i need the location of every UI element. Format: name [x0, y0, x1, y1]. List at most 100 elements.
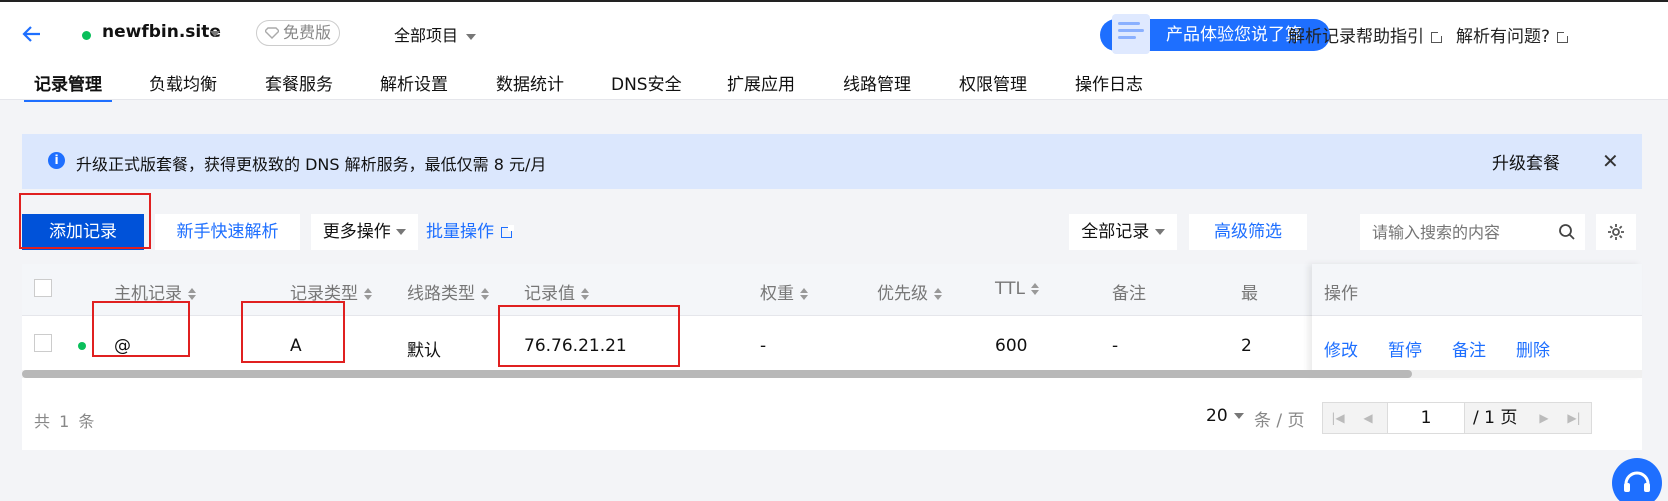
back-arrow-icon[interactable]: [22, 24, 42, 44]
column-header[interactable]: 记录值: [524, 279, 589, 304]
highlight-box: [19, 193, 151, 249]
record-filter-label: 全部记录: [1081, 222, 1150, 242]
cell-remark: -: [1112, 336, 1119, 356]
close-icon[interactable]: ✕: [1602, 149, 1619, 173]
external-link-icon: [1431, 29, 1444, 43]
per-page-label: 条 / 页: [1254, 411, 1305, 431]
tab-lines[interactable]: 线路管理: [843, 70, 911, 95]
edit-link[interactable]: 修改: [1324, 336, 1358, 361]
tab-plan[interactable]: 套餐服务: [265, 70, 333, 95]
column-header[interactable]: 线路类型: [407, 279, 489, 304]
sort-icon: [481, 288, 489, 300]
issue-link[interactable]: 解析有问题?: [1456, 22, 1571, 47]
tab-operation-log[interactable]: 操作日志: [1075, 70, 1143, 95]
sort-icon: [1030, 283, 1039, 295]
document-icon: [1112, 14, 1150, 54]
issue-link-label: 解析有问题?: [1456, 27, 1551, 47]
tab-permissions[interactable]: 权限管理: [959, 70, 1027, 95]
notice-message: 升级正式版套餐，获得更极致的 DNS 解析服务，最低仅需 8 元/月: [76, 155, 547, 174]
domain-status-dot: [82, 31, 91, 40]
top-bar: newfbin.site 免费版 全部项目 产品体验您说了算 解析记录帮助指引 …: [0, 0, 1668, 102]
highlight-box: [498, 305, 680, 367]
project-selector[interactable]: 全部项目: [394, 22, 477, 46]
tab-statistics[interactable]: 数据统计: [496, 70, 564, 95]
chevron-down-icon: [396, 229, 407, 235]
last-page-icon[interactable]: ▶|: [1559, 403, 1589, 433]
column-header[interactable]: 权重: [760, 279, 808, 304]
record-filter-dropdown[interactable]: 全部记录: [1069, 214, 1177, 250]
settings-button[interactable]: [1596, 214, 1636, 250]
external-link-icon: [1557, 29, 1571, 43]
help-guide-link[interactable]: 解析记录帮助指引: [1288, 22, 1444, 47]
upgrade-plan-link[interactable]: 升级套餐: [1492, 149, 1560, 174]
column-header-label: 记录值: [524, 284, 575, 304]
plan-badge: 免费版: [256, 20, 341, 46]
column-header: 最: [1241, 284, 1258, 304]
horizontal-scrollbar[interactable]: [22, 370, 1642, 378]
cell-line: 默认: [407, 341, 441, 361]
highlight-box: [92, 301, 190, 357]
page-size-select[interactable]: 20: [1206, 406, 1244, 426]
tab-extensions[interactable]: 扩展应用: [727, 70, 795, 95]
search-icon[interactable]: [1558, 223, 1576, 241]
pager: |◀ ◀ 1 / 1 页 ▶ ▶|: [1322, 402, 1592, 434]
tab-load-balance[interactable]: 负载均衡: [149, 70, 217, 95]
page-size-value: 20: [1206, 406, 1228, 426]
next-page-icon[interactable]: ▶: [1529, 403, 1559, 433]
column-header[interactable]: 优先级: [877, 279, 942, 304]
chevron-down-icon[interactable]: [210, 31, 220, 37]
cell-weight: -: [760, 336, 767, 356]
customer-service-icon[interactable]: [1612, 458, 1662, 501]
prev-page-icon[interactable]: ◀: [1353, 403, 1383, 433]
page-input[interactable]: 1: [1387, 403, 1465, 433]
experience-feedback-label: 产品体验您说了算: [1166, 25, 1302, 45]
quick-resolve-button[interactable]: 新手快速解析: [155, 214, 300, 250]
column-header-label: 线路类型: [407, 284, 475, 304]
info-icon: i: [48, 152, 65, 169]
search-box: [1360, 214, 1585, 250]
diamond-icon: [265, 27, 279, 39]
tab-dns-security[interactable]: DNS安全: [611, 70, 682, 95]
project-selector-label: 全部项目: [394, 26, 459, 45]
column-header-label: TTL: [995, 279, 1025, 299]
sort-icon: [934, 288, 942, 300]
plan-badge-label: 免费版: [283, 23, 332, 42]
pause-link[interactable]: 暂停: [1388, 336, 1422, 361]
batch-actions-label: 批量操作: [426, 222, 494, 242]
column-header[interactable]: TTL: [995, 279, 1039, 299]
advanced-filter-button[interactable]: 高级筛选: [1189, 214, 1307, 250]
batch-actions-link[interactable]: 批量操作: [426, 214, 526, 250]
external-link-icon: [501, 224, 514, 238]
sort-icon: [581, 288, 589, 300]
delete-link[interactable]: 删除: [1516, 336, 1550, 361]
sort-icon: [800, 288, 808, 300]
pagination-bar: 共 1 条 20 条 / 页 |◀ ◀ 1 / 1 页 ▶ ▶|: [22, 380, 1642, 450]
tab-settings[interactable]: 解析设置: [380, 70, 448, 95]
sort-icon: [364, 288, 372, 300]
column-header-label: 优先级: [877, 284, 928, 304]
search-input[interactable]: [1372, 221, 1552, 243]
chevron-down-icon: [1233, 413, 1244, 419]
operations-header: 操作: [1312, 264, 1642, 316]
upgrade-notice: i 升级正式版套餐，获得更极致的 DNS 解析服务，最低仅需 8 元/月 升级套…: [22, 134, 1642, 189]
highlight-box: [241, 301, 345, 363]
domain-name[interactable]: newfbin.site: [102, 22, 221, 42]
more-actions-dropdown[interactable]: 更多操作: [311, 214, 418, 250]
scrollbar-thumb[interactable]: [22, 370, 1412, 378]
headset-icon: [1624, 471, 1650, 492]
cell-ttl: 600: [995, 336, 1028, 356]
cell-last: 2: [1241, 336, 1252, 356]
sort-icon: [188, 288, 196, 300]
first-page-icon[interactable]: |◀: [1323, 403, 1353, 433]
help-guide-label: 解析记录帮助指引: [1288, 27, 1424, 47]
column-header: 备注: [1112, 284, 1146, 304]
remark-link[interactable]: 备注: [1452, 336, 1486, 361]
tab-records[interactable]: 记录管理: [24, 70, 112, 102]
row-checkbox[interactable]: [34, 334, 52, 352]
total-pages: / 1 页: [1473, 408, 1518, 428]
total-count: 共 1 条: [34, 412, 97, 431]
operations-header-label: 操作: [1324, 284, 1358, 304]
column-header-label: 权重: [760, 284, 794, 304]
chevron-down-icon: [466, 33, 477, 40]
select-all-checkbox[interactable]: [34, 279, 52, 297]
